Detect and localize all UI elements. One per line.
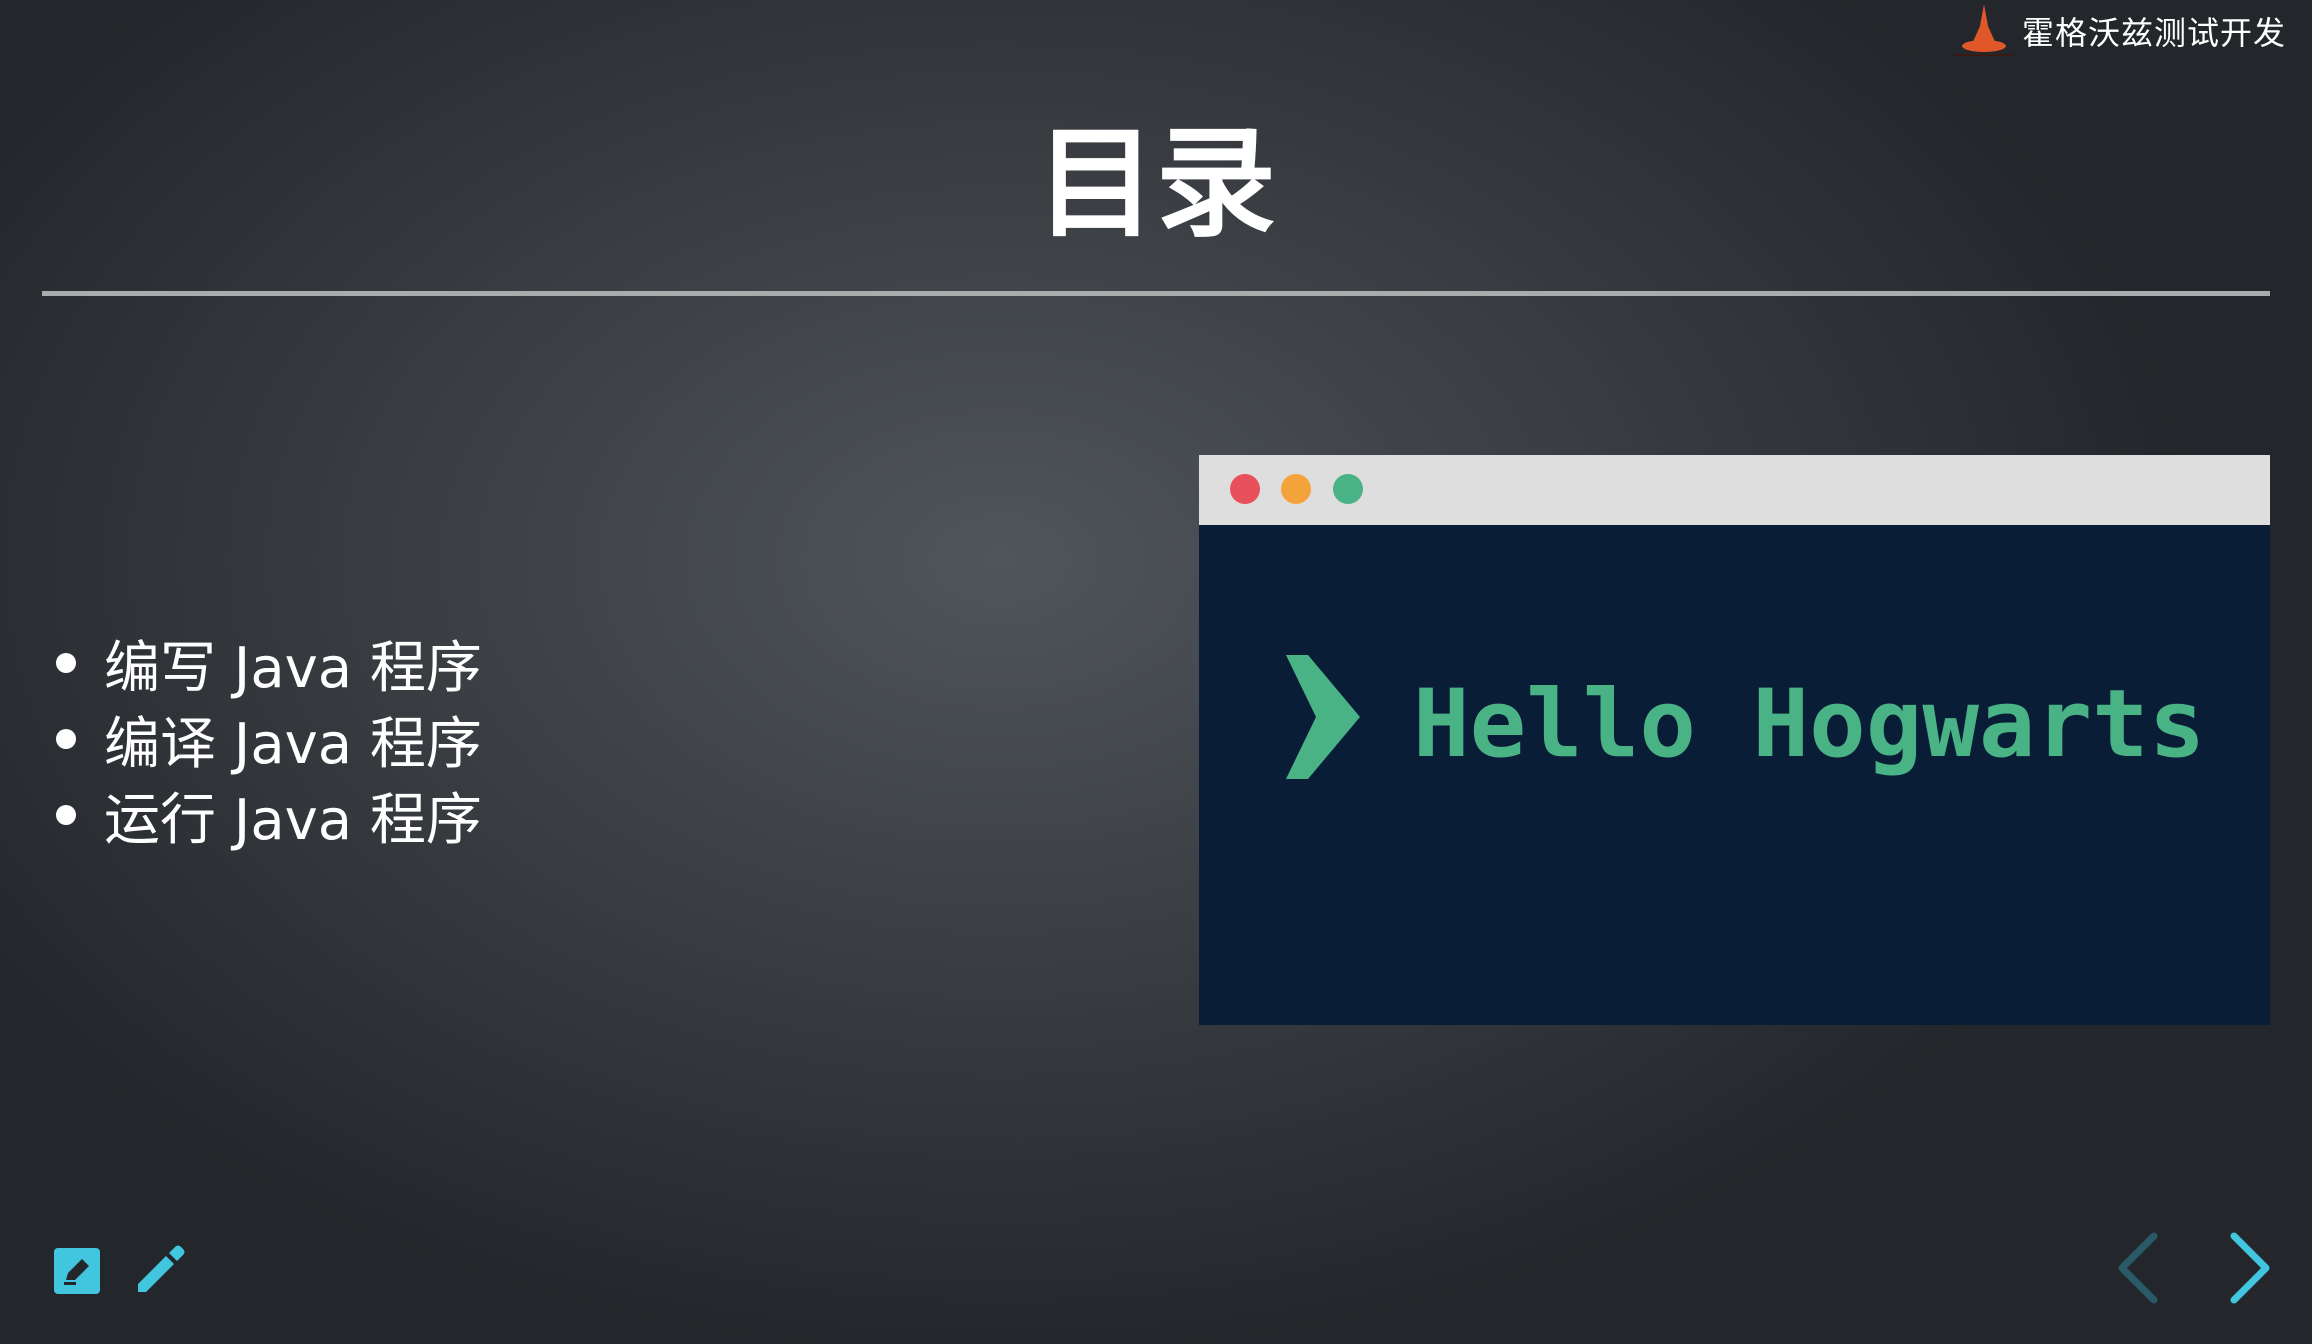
- close-dot: [1230, 474, 1260, 504]
- list-item: 运行 Java 程序: [50, 777, 482, 853]
- terminal-text: Hello Hogwarts: [1413, 670, 2206, 779]
- chevron-right-icon[interactable]: [2226, 1230, 2274, 1306]
- brand-name: 霍格沃兹测试开发: [2021, 14, 2286, 52]
- slide: 霍格沃兹测试开发 目录 编写 Java 程序 编译 Java 程序 运行 Jav…: [0, 0, 2312, 1344]
- list-item-label: 编译 Java 程序: [104, 711, 482, 777]
- chevron-prompt-icon: [1286, 655, 1360, 779]
- toc-list: 编写 Java 程序 编译 Java 程序 运行 Java 程序: [50, 625, 482, 853]
- bullet: [56, 805, 76, 825]
- bullet: [56, 653, 76, 673]
- list-item: 编译 Java 程序: [50, 701, 482, 777]
- title-divider: [42, 291, 2270, 296]
- bullet: [56, 729, 76, 749]
- maximize-dot: [1333, 474, 1363, 504]
- list-item: 编写 Java 程序: [50, 625, 482, 701]
- list-item-label: 运行 Java 程序: [104, 787, 482, 853]
- terminal-title-bar: [1199, 455, 2270, 525]
- terminal-body: Hello Hogwarts: [1199, 525, 2270, 1025]
- list-item-label: 编写 Java 程序: [104, 635, 482, 701]
- slide-title: 目录: [1036, 115, 1276, 254]
- chevron-left-icon[interactable]: [2114, 1230, 2162, 1306]
- pencil-icon[interactable]: [134, 1244, 186, 1296]
- edit-note-icon[interactable]: [54, 1248, 100, 1294]
- terminal-illustration: Hello Hogwarts: [1199, 455, 2270, 1025]
- wizard-hat-logo-icon: [1953, 4, 2012, 56]
- minimize-dot: [1281, 474, 1311, 504]
- brand-header: 霍格沃兹测试开发: [1950, 0, 2286, 62]
